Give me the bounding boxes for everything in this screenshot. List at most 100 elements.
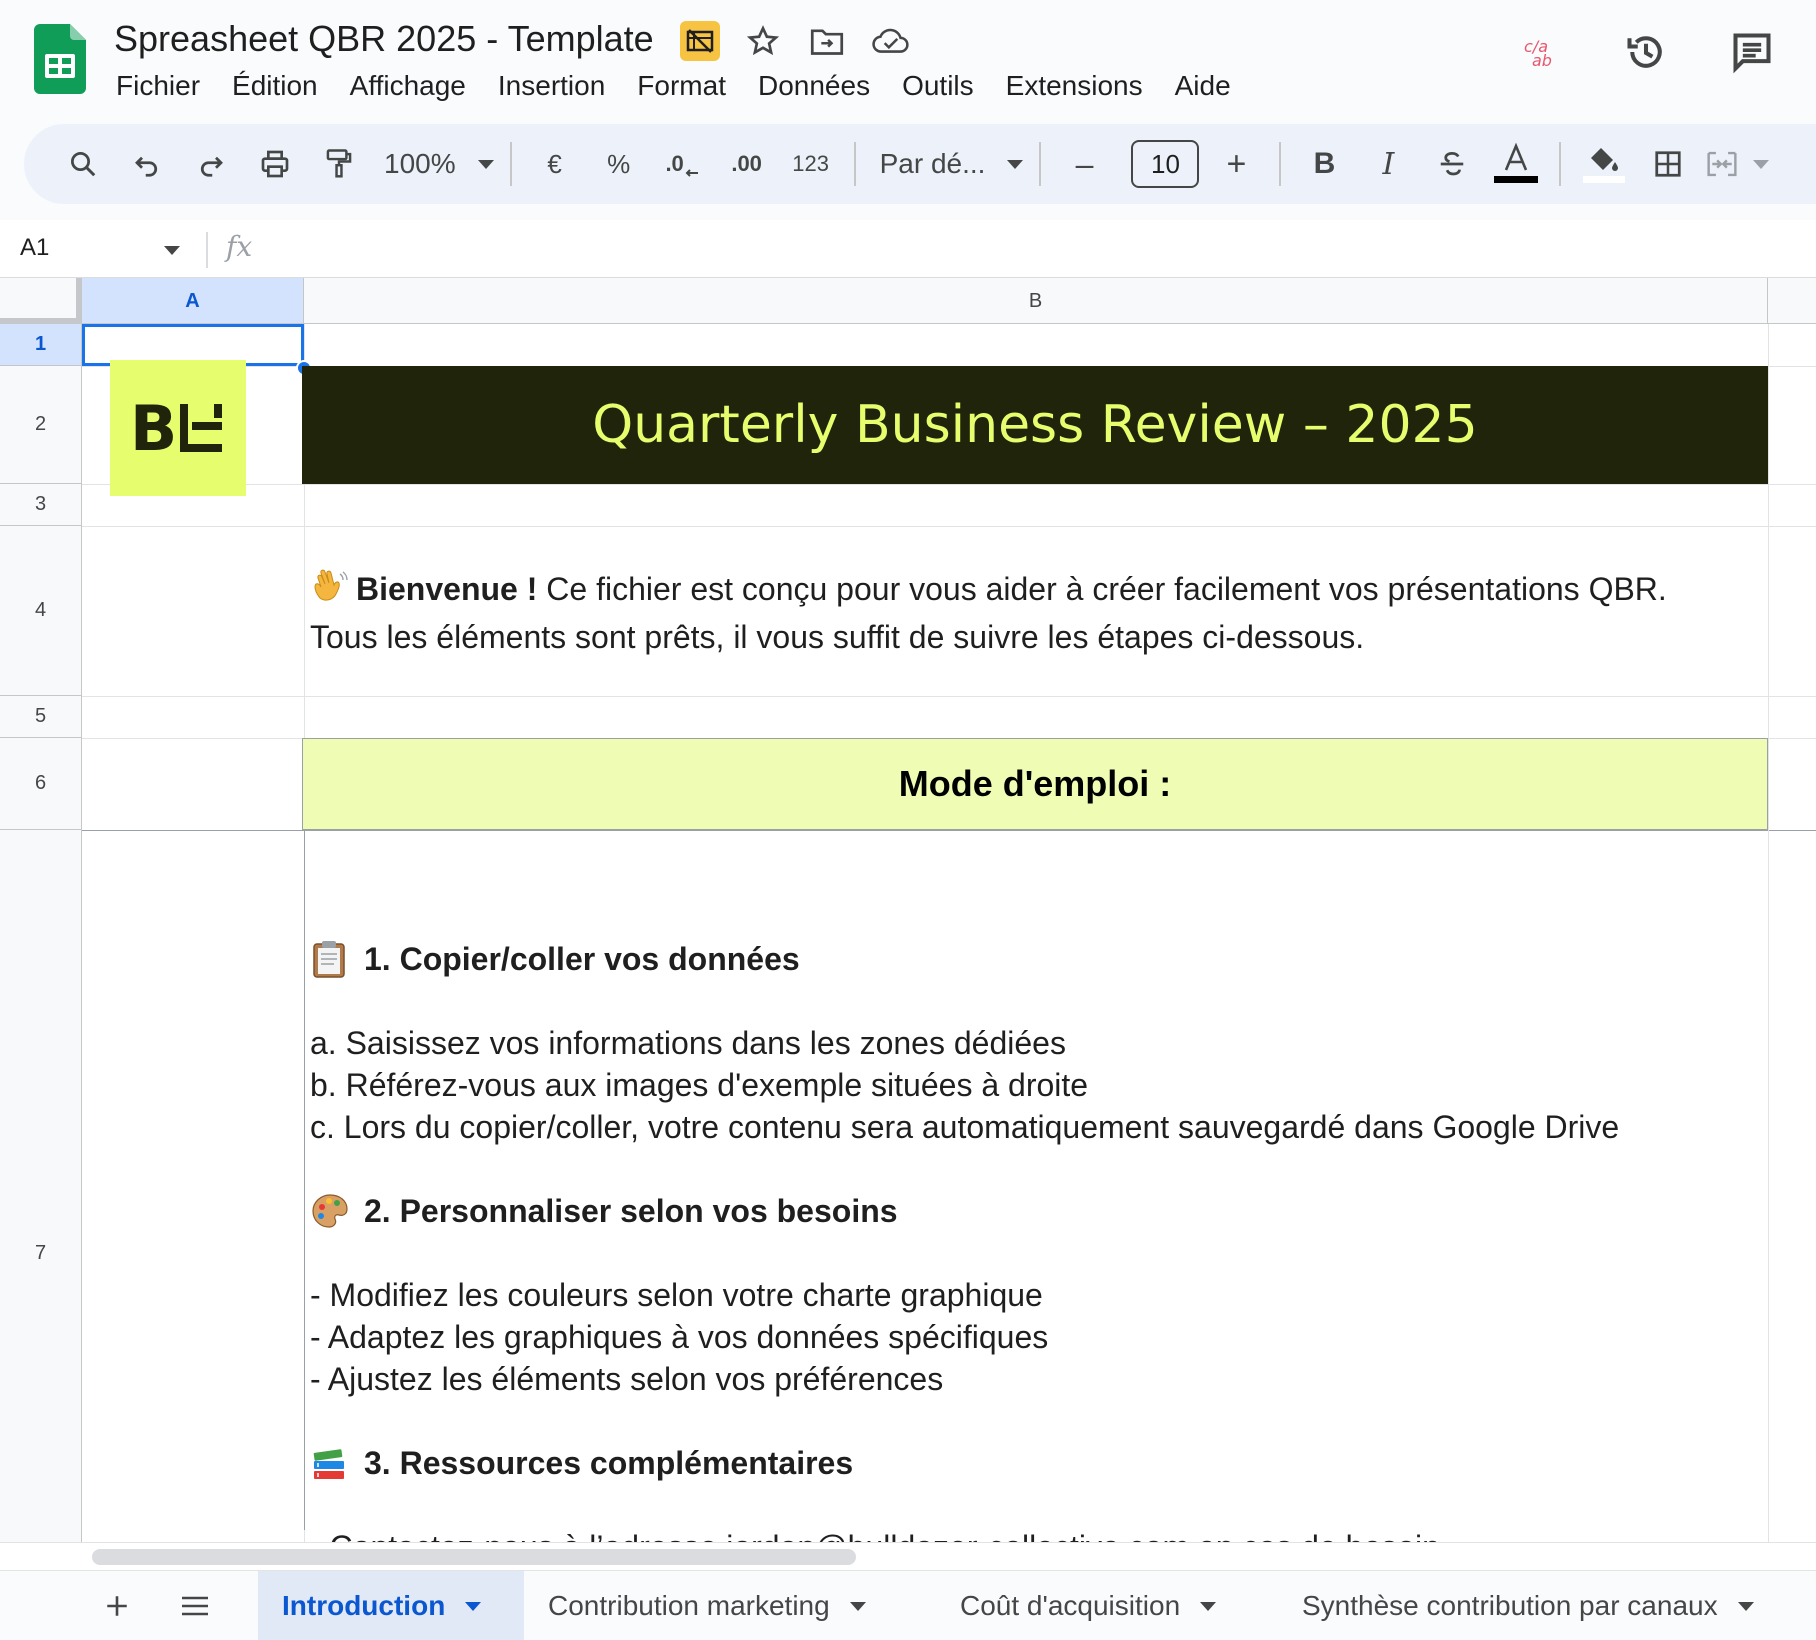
borders-button[interactable]: [1641, 136, 1695, 192]
app-header: Spreasheet QBR 2025 - Template Fichier É…: [0, 0, 1816, 112]
sheet-tab-bar: Introduction Contribution marketing Coût…: [0, 1570, 1816, 1640]
row-header-5[interactable]: 5: [0, 696, 82, 738]
translate-extension-icon[interactable]: c/a ab: [1516, 28, 1564, 76]
chevron-down-icon[interactable]: [849, 1601, 866, 1611]
menu-bar: Fichier Édition Affichage Insertion Form…: [100, 66, 1247, 106]
paint-format-button[interactable]: [312, 136, 366, 192]
menu-aide[interactable]: Aide: [1159, 66, 1247, 106]
welcome-bold: Bienvenue !: [356, 571, 538, 607]
strikethrough-button[interactable]: [1425, 136, 1479, 192]
more-formats-button[interactable]: 123: [784, 136, 838, 192]
decrease-font-size-button[interactable]: –: [1057, 136, 1111, 192]
contact-email-link[interactable]: jordan@bulldozer-collective.com: [726, 1529, 1189, 1542]
row-header-2[interactable]: 2: [0, 366, 82, 484]
currency-format-button[interactable]: €: [528, 136, 582, 192]
select-all-corner[interactable]: [0, 278, 82, 324]
instructions-block: 1. Copier/coller vos données a. Saisisse…: [310, 896, 1760, 1542]
sheet-tab-introduction[interactable]: Introduction: [258, 1571, 524, 1640]
sheet-tab-contribution-marketing[interactable]: Contribution marketing: [524, 1571, 890, 1640]
row-header-1[interactable]: 1: [0, 324, 82, 366]
bold-button[interactable]: B: [1297, 136, 1351, 192]
scrollbar-thumb[interactable]: [92, 1549, 856, 1565]
undo-icon: [135, 156, 158, 177]
section-1-item: c. Lors du copier/coller, votre contenu …: [310, 1109, 1620, 1145]
row-header-6[interactable]: 6: [0, 738, 82, 830]
sheet-tab-label: Coût d'acquisition: [960, 1590, 1181, 1621]
sheet-tab-synthese-contribution[interactable]: Synthèse contribution par canaux: [1278, 1571, 1778, 1640]
column-header-b[interactable]: B: [304, 278, 1768, 324]
title-banner: Quarterly Business Review – 2025: [302, 366, 1768, 484]
column-header-a[interactable]: A: [82, 278, 304, 324]
font-size-input[interactable]: 10: [1131, 140, 1200, 188]
no-restrictions-badge-icon[interactable]: [680, 21, 720, 61]
horizontal-scrollbar[interactable]: [0, 1542, 1816, 1570]
percent-format-button[interactable]: %: [592, 136, 646, 192]
menu-insertion[interactable]: Insertion: [482, 66, 621, 106]
move-to-folder-icon[interactable]: [806, 20, 848, 62]
increase-decimals-button[interactable]: .00: [720, 136, 774, 192]
comments-icon[interactable]: [1728, 28, 1776, 76]
toolbar: 100% € % .0 .00 123 Par dé... – 10 + B I: [24, 124, 1816, 204]
fx-icon: fx: [226, 230, 253, 263]
sheet-tab-cout-acquisition[interactable]: Coût d'acquisition: [936, 1571, 1240, 1640]
decrease-decimals-label: .0: [665, 151, 684, 176]
fill-color-icon: [1583, 148, 1626, 183]
add-sheet-button[interactable]: [96, 1585, 138, 1627]
font-family-select[interactable]: Par dé...: [872, 136, 1024, 192]
document-title[interactable]: Spreasheet QBR 2025 - Template: [114, 18, 654, 60]
chevron-down-icon[interactable]: [465, 1601, 482, 1611]
gridline: [82, 484, 1816, 485]
sheet-tab-label: Introduction: [282, 1590, 446, 1621]
row-header-4[interactable]: 4: [0, 526, 82, 696]
google-sheets-logo-icon[interactable]: [34, 24, 86, 94]
menu-edition[interactable]: Édition: [216, 66, 334, 106]
zoom-select[interactable]: 100%: [376, 136, 494, 192]
chevron-down-icon[interactable]: [1737, 1601, 1754, 1611]
row-header-3[interactable]: 3: [0, 484, 82, 526]
print-button[interactable]: [248, 136, 302, 192]
cloud-saved-icon[interactable]: [870, 20, 912, 62]
chevron-down-icon[interactable]: [164, 246, 180, 255]
version-history-icon[interactable]: [1622, 28, 1670, 76]
merge-cells-button[interactable]: [1705, 136, 1770, 192]
column-header-c[interactable]: [1768, 278, 1816, 324]
print-icon: [261, 150, 289, 178]
all-sheets-button[interactable]: [174, 1585, 216, 1627]
undo-button[interactable]: [120, 136, 174, 192]
gridline: [1768, 324, 1769, 1542]
menu-outils[interactable]: Outils: [886, 66, 990, 106]
row-header-7[interactable]: 7: [0, 830, 82, 1542]
star-icon[interactable]: [742, 20, 784, 62]
section-2-heading: 2. Personnaliser selon vos besoins: [310, 1190, 1760, 1232]
decrease-decimals-button[interactable]: .0: [656, 136, 710, 192]
italic-button[interactable]: I: [1361, 136, 1415, 192]
menu-donnees[interactable]: Données: [742, 66, 886, 106]
formula-divider: [206, 232, 208, 268]
section-2-item: - Adaptez les graphiques à vos données s…: [310, 1319, 1049, 1355]
gridline: [82, 526, 1816, 527]
gridline: [82, 696, 1816, 697]
menu-extensions[interactable]: Extensions: [990, 66, 1159, 106]
paint-format-icon: [326, 149, 352, 178]
increase-font-size-button[interactable]: +: [1209, 136, 1263, 192]
name-box[interactable]: A1: [20, 234, 49, 262]
sheet-tab-label: Contribution marketing: [548, 1590, 830, 1621]
redo-icon: [200, 156, 223, 177]
menu-affichage[interactable]: Affichage: [334, 66, 482, 106]
section-2-item: - Ajustez les éléments selon vos préfére…: [310, 1361, 944, 1397]
text-color-button[interactable]: [1489, 136, 1543, 192]
gridline: [304, 830, 305, 1530]
menu-format[interactable]: Format: [621, 66, 742, 106]
banner-title: Quarterly Business Review – 2025: [592, 395, 1478, 455]
chevron-down-icon[interactable]: [1200, 1601, 1217, 1611]
menu-lines-icon: [182, 1596, 208, 1616]
search-menus-button[interactable]: [56, 136, 110, 192]
header-actions: c/a ab: [1516, 28, 1776, 76]
fill-color-button[interactable]: [1577, 136, 1631, 192]
menu-fichier[interactable]: Fichier: [100, 66, 216, 106]
redo-button[interactable]: [184, 136, 238, 192]
toolbar-divider: [1279, 142, 1282, 186]
welcome-line-2: Tous les éléments sont prêts, il vous su…: [310, 619, 1365, 655]
increase-decimals-label: .00: [731, 151, 762, 176]
spreadsheet-grid[interactable]: A B 1 2 3 4 5 6 7 B Quarterly Business R…: [0, 278, 1816, 1542]
